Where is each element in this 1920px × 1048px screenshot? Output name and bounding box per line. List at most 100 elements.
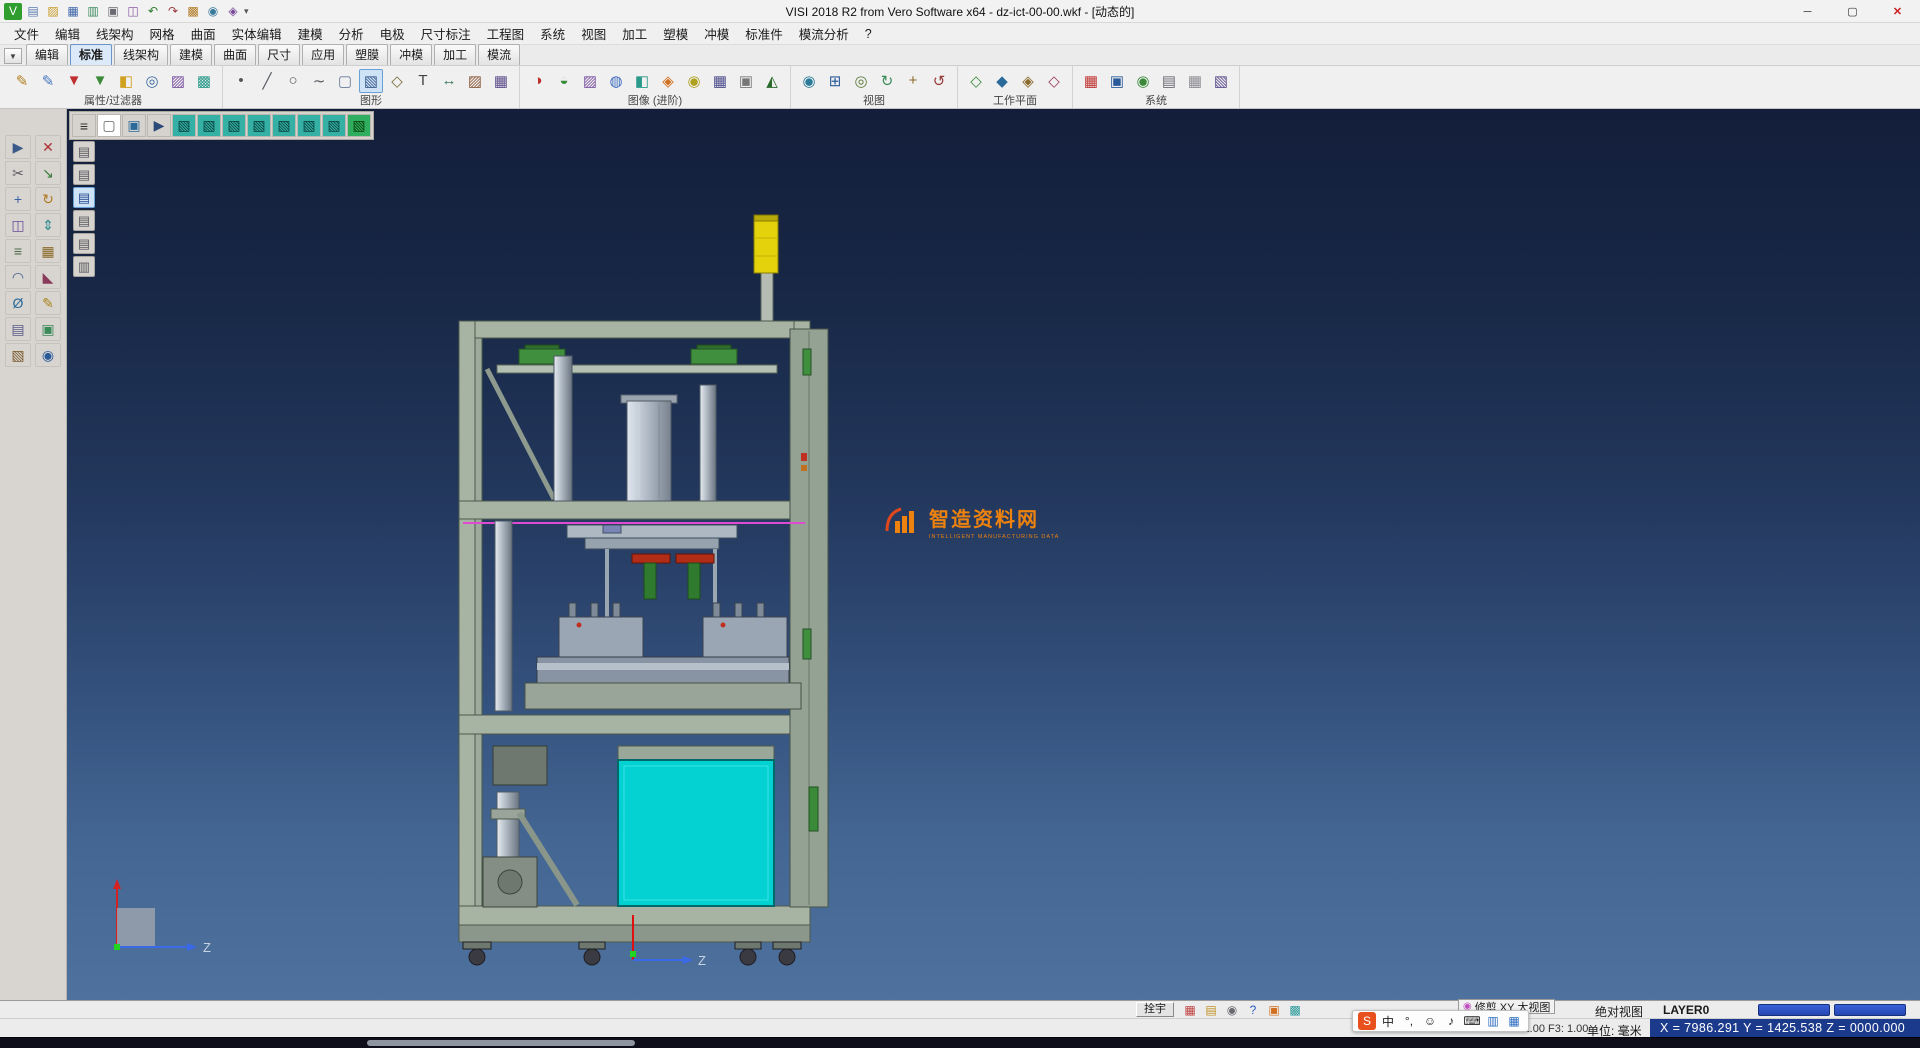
mic-icon[interactable]: ♪ <box>1442 1012 1460 1030</box>
view-menu-icon[interactable]: ≡ <box>72 114 96 137</box>
section-view-icon[interactable]: ◧ <box>630 69 654 93</box>
solid-status-icon[interactable]: ▩ <box>1287 1002 1303 1018</box>
toolbox-icon[interactable]: ▦ <box>1505 1012 1523 1030</box>
minimize-button[interactable]: ─ <box>1785 0 1830 23</box>
offset-icon[interactable]: ≡ <box>5 239 31 263</box>
fillet-icon[interactable]: ◠ <box>5 265 31 289</box>
snapshot-icon[interactable]: ◉ <box>204 3 222 20</box>
menu-建模[interactable]: 建模 <box>290 22 331 45</box>
selection-list-icon[interactable]: ▦ <box>1182 1002 1198 1018</box>
groups-icon[interactable]: ▦ <box>489 69 513 93</box>
view-mode-label[interactable]: 绝对视图 <box>1595 1003 1643 1020</box>
scale-icon[interactable]: ⇕ <box>35 213 61 237</box>
menu-工程图[interactable]: 工程图 <box>479 22 533 45</box>
visibility-icon[interactable]: ◎ <box>140 69 164 93</box>
mirror-icon[interactable]: ◫ <box>5 213 31 237</box>
rendering-icon[interactable]: ◒ <box>552 69 576 93</box>
undo-icon[interactable]: ↶ <box>144 3 162 20</box>
screenshot-icon[interactable]: ▣ <box>734 69 758 93</box>
info-icon[interactable]: ◉ <box>35 343 61 367</box>
symbols-icon[interactable]: ◇ <box>385 69 409 93</box>
workplane-reset-icon[interactable]: ◇ <box>1042 69 1066 93</box>
select-icon[interactable]: ▶ <box>5 135 31 159</box>
report-icon[interactable]: ▤ <box>1203 1002 1219 1018</box>
extend-icon[interactable]: ↘ <box>35 161 61 185</box>
machine-model[interactable] <box>459 215 828 965</box>
menu-曲面[interactable]: 曲面 <box>183 22 224 45</box>
redo-icon[interactable]: ↷ <box>164 3 182 20</box>
new-file-icon[interactable]: ▤ <box>24 3 42 20</box>
cad-canvas[interactable]: ≡▢▣▶▧▧▧▧▧▧▧▧ ▤▤▤▤▤▥ <box>67 109 1920 1000</box>
trim-icon[interactable]: ✂ <box>5 161 31 185</box>
menu-线架构[interactable]: 线架构 <box>88 22 142 45</box>
tab-尺寸[interactable]: 尺寸 <box>258 44 300 65</box>
annotate-icon[interactable]: ✎ <box>35 291 61 315</box>
points-icon[interactable]: • <box>229 69 253 93</box>
system-settings-icon[interactable]: ◉ <box>1131 69 1155 93</box>
paint-status-icon[interactable]: ▣ <box>1266 1002 1282 1018</box>
layers-quick-icon[interactable]: ▩ <box>184 3 202 20</box>
surfaces-icon[interactable]: ▢ <box>333 69 357 93</box>
blank-elements-icon[interactable]: ▨ <box>166 69 190 93</box>
rotate-icon[interactable]: ↻ <box>35 187 61 211</box>
texture-icon[interactable]: ▨ <box>578 69 602 93</box>
exploded-view-icon[interactable]: ◈ <box>656 69 680 93</box>
menu-编辑[interactable]: 编辑 <box>47 22 88 45</box>
ime-mode-icon[interactable]: 中 <box>1379 1012 1397 1030</box>
edit-attributes-icon[interactable]: ✎ <box>10 69 34 93</box>
options-icon[interactable]: ◉ <box>1224 1002 1240 1018</box>
hatching-icon[interactable]: ▨ <box>463 69 487 93</box>
menu-文件[interactable]: 文件 <box>6 22 47 45</box>
view-left-icon[interactable]: ▧ <box>272 114 296 137</box>
layer-tool-icon[interactable]: ▤ <box>5 317 31 341</box>
views-panel-icon[interactable]: ▤ <box>73 164 95 185</box>
transparency-icon[interactable]: ◍ <box>604 69 628 93</box>
side-cabinet[interactable] <box>790 329 828 907</box>
menu-模流分析[interactable]: 模流分析 <box>791 22 857 45</box>
view-top-icon[interactable]: ▧ <box>222 114 246 137</box>
tab-应用[interactable]: 应用 <box>302 44 344 65</box>
refresh-view-icon[interactable]: ↺ <box>927 69 951 93</box>
menu-塑模[interactable]: 塑模 <box>655 22 696 45</box>
tab-建模[interactable]: 建模 <box>170 44 212 65</box>
tab-冲模[interactable]: 冲模 <box>390 44 432 65</box>
database-icon[interactable]: ▤ <box>1157 69 1181 93</box>
keyboard-icon[interactable]: ⌨ <box>1463 1012 1481 1030</box>
slide-table[interactable] <box>525 603 801 709</box>
menu-电极[interactable]: 电极 <box>372 22 413 45</box>
measure-icon[interactable]: Ø <box>5 291 31 315</box>
close-button[interactable]: ✕ <box>1875 0 1920 23</box>
tab-标准[interactable]: 标准 <box>70 44 112 65</box>
tab-编辑[interactable]: 编辑 <box>26 44 68 65</box>
view-back-icon[interactable]: ▧ <box>197 114 221 137</box>
tab-曲面[interactable]: 曲面 <box>214 44 256 65</box>
lines-icon[interactable]: ╱ <box>255 69 279 93</box>
lighting-icon[interactable]: ◉ <box>682 69 706 93</box>
move-icon[interactable]: + <box>5 187 31 211</box>
menu-网格[interactable]: 网格 <box>142 22 183 45</box>
maximize-button[interactable]: ▢ <box>1830 0 1875 23</box>
menu-冲模[interactable]: 冲模 <box>696 22 737 45</box>
zoom-previous-icon[interactable]: ◎ <box>849 69 873 93</box>
punctuation-icon[interactable]: °, <box>1400 1012 1418 1030</box>
menu-系统[interactable]: 系统 <box>532 22 573 45</box>
cad-viewport[interactable]: Z Z <box>67 109 1920 1000</box>
color-palette-icon[interactable]: ▦ <box>1079 69 1103 93</box>
text-icon[interactable]: T <box>411 69 435 93</box>
render-mode-icon[interactable]: ▢ <box>97 114 121 137</box>
layers-panel-icon[interactable]: ▤ <box>73 187 95 208</box>
menu-分析[interactable]: 分析 <box>331 22 372 45</box>
copy-attributes-icon[interactable]: ✎ <box>36 69 60 93</box>
beacon-light[interactable] <box>754 215 778 323</box>
filter-panel-icon[interactable]: ▤ <box>73 210 95 231</box>
tab-模流[interactable]: 模流 <box>478 44 520 65</box>
gouraud-mode-icon[interactable]: ▣ <box>122 114 146 137</box>
print-icon[interactable]: ▣ <box>104 3 122 20</box>
view-bottom-icon[interactable]: ▧ <box>247 114 271 137</box>
pan-view-icon[interactable]: + <box>901 69 925 93</box>
import-icon[interactable]: ▥ <box>84 3 102 20</box>
display-config-icon[interactable]: ▣ <box>1105 69 1129 93</box>
menu-加工[interactable]: 加工 <box>614 22 655 45</box>
chamfer-icon[interactable]: ◣ <box>35 265 61 289</box>
circles-icon[interactable]: ○ <box>281 69 305 93</box>
